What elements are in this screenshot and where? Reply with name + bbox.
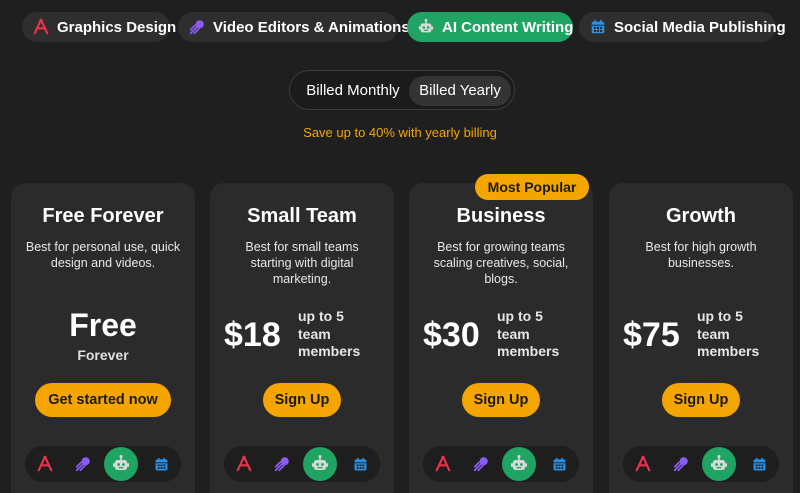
pricing-page: Graphics Design Video Editors & Animatio… <box>0 0 800 493</box>
tab-label: Graphics Design <box>57 18 177 36</box>
plan-price-note: up to 5 team members <box>298 308 361 359</box>
billing-toggle: Billed Monthly Billed Yearly <box>289 70 515 110</box>
sign-up-button[interactable]: Sign Up <box>662 383 740 417</box>
design-icon <box>31 446 59 482</box>
tab-graphics-design[interactable]: Graphics Design <box>22 12 176 42</box>
plan-price-note: up to 5 team members <box>697 308 760 359</box>
comet-icon <box>467 446 495 482</box>
plan-name: Free Forever <box>42 205 164 227</box>
plan-description: Best for personal use, quick design and … <box>25 240 181 270</box>
design-icon <box>429 446 457 482</box>
plan-description: Best for high growth businesses. <box>645 240 757 270</box>
robot-icon <box>303 447 337 481</box>
calendar-icon <box>346 446 374 482</box>
calendar-icon <box>545 446 573 482</box>
plan-name: Business <box>456 205 546 227</box>
calendar-icon <box>745 446 773 482</box>
feature-icon-bar <box>224 446 380 482</box>
plan-card-business: Most Popular Business Best for growing t… <box>409 174 593 493</box>
plan-card-free: Free Forever Best for personal use, quic… <box>11 183 195 493</box>
plan-price: $75 <box>623 316 680 354</box>
sign-up-button[interactable]: Sign Up <box>462 383 540 417</box>
billed-yearly-option[interactable]: Billed Yearly <box>409 76 511 106</box>
robot-icon <box>702 447 736 481</box>
comet-icon <box>667 446 695 482</box>
tab-label: Video Editors & Animations <box>213 18 410 36</box>
tab-ai-content-writing[interactable]: AI Content Writing <box>407 12 573 42</box>
tab-social-media-publishing[interactable]: Social Media Publishing <box>579 12 786 42</box>
calendar-icon <box>147 446 175 482</box>
plan-price: $18 <box>224 316 281 354</box>
design-icon <box>230 446 258 482</box>
design-icon <box>629 446 657 482</box>
plan-description: Best for small teams starting with digit… <box>245 240 359 286</box>
tab-label: Social Media Publishing <box>614 18 786 36</box>
robot-icon <box>417 18 435 36</box>
comet-icon <box>268 446 296 482</box>
feature-icon-bar <box>25 446 181 482</box>
comet-icon <box>69 446 97 482</box>
plan-price-note: up to 5 team members <box>497 308 560 359</box>
comet-icon <box>188 18 206 36</box>
robot-icon <box>502 447 536 481</box>
plan-price-sub: Forever <box>77 347 129 363</box>
plan-description: Best for growing teams scaling creatives… <box>433 240 569 286</box>
plan-card-small-team: Small Team Best for small teams starting… <box>210 183 394 493</box>
plan-name: Small Team <box>247 205 357 227</box>
feature-icon-bar <box>423 446 579 482</box>
get-started-button[interactable]: Get started now <box>35 383 171 417</box>
plan-name: Growth <box>666 205 736 227</box>
category-tabs: Graphics Design Video Editors & Animatio… <box>0 12 800 42</box>
feature-icon-bar <box>623 446 779 482</box>
billed-monthly-option[interactable]: Billed Monthly <box>296 76 410 106</box>
save-note: Save up to 40% with yearly billing <box>303 125 497 140</box>
most-popular-badge: Most Popular <box>475 174 589 200</box>
plan-price: Free <box>69 307 137 343</box>
calendar-icon <box>589 18 607 36</box>
plan-price: $30 <box>423 316 480 354</box>
design-icon <box>32 18 50 36</box>
plan-card-growth: Growth Best for high growth businesses. … <box>609 183 793 493</box>
robot-icon <box>104 447 138 481</box>
tab-label: AI Content Writing <box>442 18 574 36</box>
sign-up-button[interactable]: Sign Up <box>263 383 341 417</box>
tab-video-editors[interactable]: Video Editors & Animations <box>178 12 410 42</box>
